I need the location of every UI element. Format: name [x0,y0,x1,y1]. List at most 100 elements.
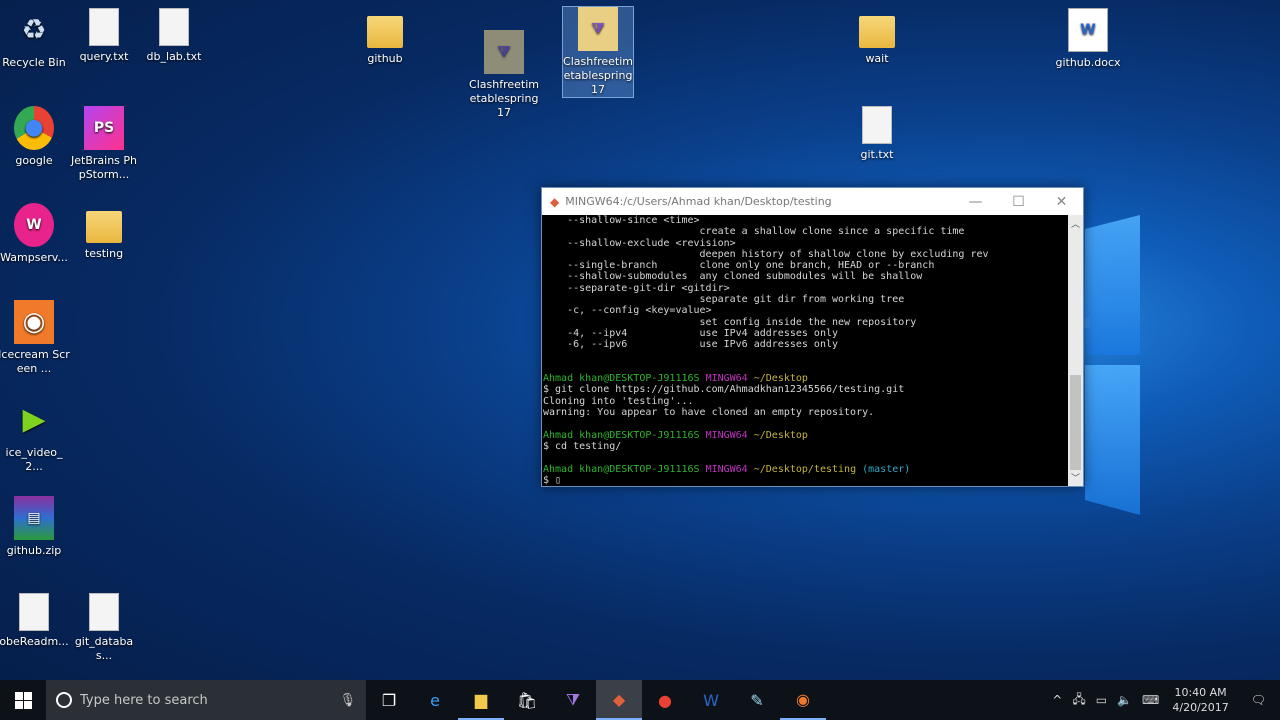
notepad-icon[interactable]: ✎ [734,680,780,720]
start-button[interactable] [0,680,46,720]
keyboard-icon[interactable]: ⌨ [1137,693,1164,707]
store-icon[interactable]: 🛍 [504,680,550,720]
scroll-thumb[interactable] [1070,375,1081,470]
desktop-icon-icecream-screen[interactable]: ◉ Icecream Screen ... [0,300,70,376]
icon-label: Clashfreetimetablespring17 [469,78,539,119]
title-bar[interactable]: ◆ MINGW64:/c/Users/Ahmad khan/Desktop/te… [542,188,1083,215]
time: 10:40 AM [1174,686,1227,699]
terminal-text: deepen history of shallow clone by exclu… [543,248,989,260]
bin-icon: ♻ [21,13,47,46]
word-icon: W [1068,8,1108,52]
git-bash-window[interactable]: ◆ MINGW64:/c/Users/Ahmad khan/Desktop/te… [541,187,1084,487]
terminal-text: Ahmad khan@DESKTOP-J91116S [543,463,706,475]
terminal-output[interactable]: --shallow-since <time> create a shallow … [542,215,1068,486]
terminal-text: $ git clone https://github.com/Ahmadkhan… [543,384,905,396]
terminal-line: --separate-git-dir <gitdir> [543,283,1068,294]
icon-label: JetBrains PhpStorm... [71,154,137,181]
windows-icon [14,691,32,709]
icon-label: wait [865,52,889,65]
terminal-text: Ahmad khan@DESKTOP-J91116S [543,429,706,441]
terminal-line: --shallow-exclude <revision> [543,238,1068,249]
terminal-text: --shallow-since <time> [543,215,700,226]
date: 4/20/2017 [1172,701,1229,714]
maximize-button[interactable]: ☐ [997,194,1040,210]
terminal-line: set config inside the new repository [543,317,1068,328]
icon-label: testing [84,247,124,260]
folder-icon [859,16,895,48]
terminal-text: MINGW64 [705,373,754,385]
terminal-text: (master) [862,463,911,475]
terminal-line: Ahmad khan@DESKTOP-J91116S MINGW64 ~/Des… [543,430,1068,441]
doc-icon [19,593,49,631]
desktop-icon-wampserv[interactable]: W Wampserv... [0,203,70,265]
clock[interactable]: 10:40 AM 4/20/2017 [1164,685,1236,715]
battery-icon[interactable]: ▭ [1091,693,1112,707]
desktop-icon-testing[interactable]: testing [68,203,140,261]
network-icon[interactable]: 🖧 [1067,690,1090,711]
show-hidden-icons[interactable]: ^ [1047,693,1067,707]
desktop-icon-github-zip[interactable]: ▤ github.zip [0,496,70,558]
search-box[interactable]: Type here to search 🎙 [46,680,366,720]
icecream-recorder-icon[interactable]: ◉ [780,680,826,720]
terminal-line: --single-branch clone only one branch, H… [543,260,1068,271]
terminal-text: MINGW64 [705,429,754,441]
close-button[interactable]: ✕ [1040,194,1083,210]
desktop-icon-github[interactable]: github [349,8,421,66]
desktop-icon-clashfreetimetablespring17[interactable]: ⧩ Clashfreetimetablespring17 [468,30,540,120]
edge-icon[interactable]: e [412,680,458,720]
icon-label: obeReadm... [0,635,69,648]
terminal-text: --single-branch clone only one branch, H… [543,260,935,272]
microphone-icon[interactable]: 🎙 [339,693,356,708]
doc-icon [89,593,119,631]
icon-label: git.txt [860,148,894,161]
task-view-icon[interactable]: ❐ [366,680,412,720]
scroll-down-icon[interactable]: ﹀ [1068,471,1083,484]
desktop-icon-github-docx[interactable]: Wgithub.docx [1052,8,1124,70]
desktop-icon-ice-video-2[interactable]: ▶ ice_video_2... [0,398,70,474]
system-tray: ^ 🖧 ▭ 🔈 ⌨ 10:40 AM 4/20/2017 🗨 [1047,680,1280,720]
desktop-icon-recycle-bin[interactable]: ♻ Recycle Bin [0,8,70,70]
desktop-icon-db-lab-txt[interactable]: db_lab.txt [138,8,210,64]
action-center-icon[interactable]: 🗨 [1237,693,1280,707]
cortana-icon [56,692,72,708]
terminal-text: ~/Desktop [753,429,808,441]
terminal-text: ~/Desktop [753,373,808,385]
desktop-icon-git-txt[interactable]: git.txt [841,106,913,162]
doc-icon [159,8,189,46]
terminal-line: -6, --ipv6 use IPv6 addresses only [543,339,1068,350]
terminal-text: set config inside the new repository [543,316,917,328]
desktop-icon-git-databas[interactable]: git_databas... [68,593,140,663]
desktop-icon-obereadm[interactable]: obeReadm... [0,593,70,649]
phpstorm-icon: PS [84,106,124,150]
desktop-icon-query-txt[interactable]: query.txt [68,8,140,64]
wamp-icon: W [14,203,54,247]
chrome-icon[interactable]: ● [642,680,688,720]
icon-label: github.docx [1055,56,1121,69]
chrome-icon: ● [14,106,54,150]
terminal-line: create a shallow clone since a specific … [543,226,1068,237]
icon-label: git_databas... [74,635,134,662]
windows-logo-wallpaper [1085,215,1140,515]
search-placeholder: Type here to search [80,692,208,708]
scroll-up-icon[interactable]: ︿ [1068,217,1083,230]
scrollbar[interactable]: ︿ ﹀ [1068,215,1083,486]
terminal-line: Ahmad khan@DESKTOP-J91116S MINGW64 ~/Des… [543,373,1068,384]
desktop-icon-wait[interactable]: wait [841,8,913,66]
terminal-line: --shallow-submodules any cloned submodul… [543,271,1068,282]
minimize-button[interactable]: — [954,194,997,210]
git-gui-icon[interactable]: ◆ [596,680,642,720]
terminal-line: deepen history of shallow clone by exclu… [543,249,1068,260]
terminal-line: $ cd testing/ [543,441,1068,452]
terminal-text: --separate-git-dir <gitdir> [543,282,730,294]
visual-studio-icon[interactable]: ⧩ [550,680,596,720]
word-icon[interactable]: W [688,680,734,720]
icon-label: db_lab.txt [146,50,202,63]
taskbar: Type here to search 🎙 ❐ e ▆ 🛍 ⧩ ◆ ● W ✎ ◉ ^ 🖧 ▭ 🔈… [0,680,1280,720]
desktop-icon-clashfreetimetablespring17[interactable]: ⧩ Clashfreetimetablespring17 [562,6,634,98]
desktop-icon-google[interactable]: ● google [0,106,70,168]
file-explorer-icon[interactable]: ▆ [458,680,504,720]
volume-icon[interactable]: 🔈 [1112,693,1137,707]
icon-label: github.zip [6,544,62,557]
desktop-icon-jetbrains-phpstorm[interactable]: PS JetBrains PhpStorm... [68,106,140,182]
